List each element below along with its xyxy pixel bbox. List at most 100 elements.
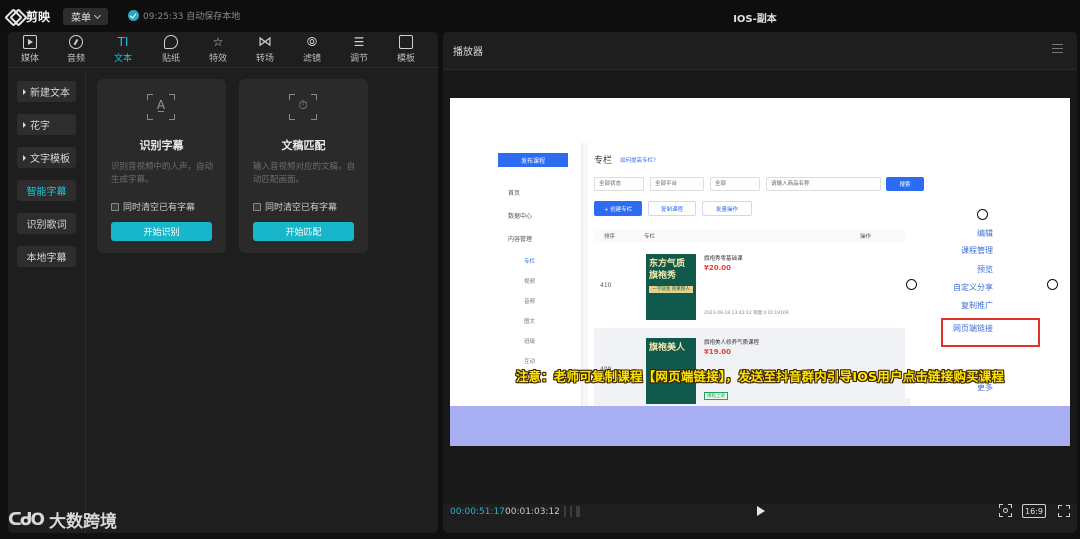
recorded-nav-sub: 视频 <box>524 279 536 285</box>
tab-adjust[interactable]: 调节 <box>339 35 379 67</box>
sidebar-item-lyrics[interactable]: 识别歌词 <box>17 213 76 234</box>
transition-icon <box>258 35 272 49</box>
fullscreen-icon[interactable] <box>1058 505 1070 517</box>
expand-arrow-icon <box>23 121 26 128</box>
tab-label: 文本 <box>113 54 132 64</box>
recorded-filter: 全部状态 <box>594 177 644 191</box>
current-time: 00:00:51:17 <box>450 507 505 517</box>
tab-label: 特效 <box>208 54 227 64</box>
subtitle-recognize-icon: A̲ <box>147 94 175 120</box>
sidebar-item-fancy-text[interactable]: 花字 <box>17 114 76 135</box>
recorded-head-link: 如何提高专栏？ <box>620 157 659 164</box>
recorded-copy-button: 复制课程 <box>648 201 696 216</box>
start-match-button[interactable]: 开始匹配 <box>253 222 354 241</box>
player-panel: 播放器 发布课程 首页 数据中心 内容管理 专栏 视频 音频 图文 班级 互动 … <box>443 32 1077 533</box>
tab-text[interactable]: TI 文本 <box>103 35 143 67</box>
watermark: ᑕᑯO 大数跨境 <box>8 507 117 533</box>
adjust-icon <box>352 35 366 49</box>
tab-label: 贴纸 <box>161 54 180 64</box>
start-recognize-button[interactable]: 开始识别 <box>111 222 212 241</box>
tab-label: 滤镜 <box>302 54 321 64</box>
card-description: 识别音视频中的人声，自动生成字幕。 <box>111 162 214 185</box>
course-thumbnail: 东方气质旗袍秀 一学就会 效果惊人 <box>646 254 696 320</box>
recorded-search-button: 搜索 <box>886 177 924 191</box>
script-match-card: ⏱ 文稿匹配 输入音视频对应的文稿，自动匹配画面。 同时清空已有字幕 开始匹配 <box>239 79 368 253</box>
sidebar-item-label: 文字模板 <box>30 154 70 165</box>
highlight-box <box>941 318 1040 347</box>
watermark-logo-icon: ᑕᑯO <box>8 509 45 530</box>
recorded-header: 专栏 如何提高专栏？ <box>594 153 659 166</box>
card-description: 输入音视频对应的文稿，自动匹配画面。 <box>253 162 356 185</box>
text-category-sidebar: 新建文本 花字 文字模板 智能字幕 识别歌词 本地字幕 <box>8 69 86 533</box>
sidebar-item-text-template[interactable]: 文字模板 <box>17 147 76 168</box>
transform-handle[interactable] <box>1047 279 1058 290</box>
sidebar-item-label: 智能字幕 <box>26 187 67 198</box>
player-menu-icon[interactable] <box>1052 44 1063 53</box>
check-circle-icon <box>128 10 139 21</box>
effects-icon: ☆ <box>212 35 224 49</box>
tab-label: 转场 <box>255 54 274 64</box>
tab-label: 音频 <box>66 54 85 64</box>
player-title: 播放器 <box>453 47 483 58</box>
save-status: 09:25:33 自动保存本地 <box>128 9 240 22</box>
clear-subtitles-checkbox[interactable]: 同时清空已有字幕 <box>111 200 195 213</box>
video-bottom-band <box>450 406 1070 446</box>
recorded-nav-sub: 专栏 <box>524 259 536 265</box>
recorded-nav-sub: 图文 <box>524 319 536 325</box>
tab-sticker[interactable]: 贴纸 <box>151 35 191 67</box>
recorded-batch-button: 批量操作 <box>702 201 752 216</box>
aspect-ratio-button[interactable]: 16:9 <box>1022 504 1046 518</box>
transform-handle[interactable] <box>977 209 988 220</box>
project-title: IOS-副本 <box>733 14 777 25</box>
sidebar-item-local-subtitle[interactable]: 本地字幕 <box>17 246 76 267</box>
sidebar-item-new-text[interactable]: 新建文本 <box>17 81 76 102</box>
jianying-logo-icon <box>8 9 22 23</box>
tab-label: 模板 <box>396 54 415 64</box>
video-preview[interactable]: 发布课程 首页 数据中心 内容管理 专栏 视频 音频 图文 班级 互动 直播 专… <box>450 98 1070 446</box>
tab-filter[interactable]: 滤镜 <box>292 35 332 67</box>
play-button[interactable] <box>757 506 765 516</box>
materials-panel: 媒体 音频 TI 文本 贴纸 ☆ 特效 转场 滤镜 调节 <box>8 32 438 533</box>
save-status-text: 09:25:33 自动保存本地 <box>143 12 241 22</box>
sidebar-item-label: 新建文本 <box>30 88 70 99</box>
checkbox-box[interactable] <box>253 202 261 211</box>
transform-handle[interactable] <box>906 279 917 290</box>
tab-media[interactable]: 媒体 <box>10 35 50 67</box>
tab-template[interactable]: 模板 <box>386 35 426 67</box>
recorded-nav-item: 内容管理 <box>508 236 533 243</box>
watermark-text: 大数跨境 <box>48 512 117 532</box>
checkbox-box[interactable] <box>111 202 119 211</box>
recorded-nav-item: 首页 <box>508 190 521 197</box>
recorded-nav-sub: 音频 <box>524 299 536 305</box>
expand-arrow-icon <box>23 88 26 95</box>
template-icon <box>399 35 413 49</box>
recognize-subtitle-card: A̲ 识别字幕 识别音视频中的人声，自动生成字幕。 同时清空已有字幕 开始识别 <box>97 79 226 253</box>
menu-button[interactable]: 菜单 <box>63 8 108 25</box>
card-title: 文稿匹配 <box>281 139 326 152</box>
app-logo-text: 剪映 <box>26 9 51 24</box>
media-icon <box>23 35 37 49</box>
text-icon: TI <box>117 35 129 49</box>
checkbox-label: 同时清空已有字幕 <box>123 203 196 213</box>
tab-audio[interactable]: 音频 <box>56 35 96 67</box>
sidebar-item-label: 本地字幕 <box>26 253 67 264</box>
recorded-head-title: 专栏 <box>594 156 613 166</box>
recorded-create-button: + 创建专栏 <box>594 201 642 216</box>
audio-icon <box>69 35 83 49</box>
recorded-filter: 全部 <box>710 177 760 191</box>
tab-transition[interactable]: 转场 <box>245 35 285 67</box>
chevron-down-icon <box>93 11 102 19</box>
grid-icon[interactable] <box>564 506 580 517</box>
tab-label: 媒体 <box>20 54 39 64</box>
recorded-nav-sub: 互动 <box>524 359 536 365</box>
sidebar-item-smart-subtitle[interactable]: 智能字幕 <box>17 180 76 201</box>
script-match-icon: ⏱ <box>289 94 317 120</box>
menu-button-label: 菜单 <box>71 13 91 24</box>
fit-view-icon[interactable] <box>999 504 1012 517</box>
clear-subtitles-checkbox[interactable]: 同时清空已有字幕 <box>253 200 337 213</box>
checkbox-label: 同时清空已有字幕 <box>265 203 338 213</box>
recorded-table-header: 排序 专栏 操作 <box>594 229 910 243</box>
tab-effects[interactable]: ☆ 特效 <box>198 35 238 67</box>
app-logo: 剪映 <box>8 8 50 24</box>
sidebar-item-label: 识别歌词 <box>26 220 67 231</box>
